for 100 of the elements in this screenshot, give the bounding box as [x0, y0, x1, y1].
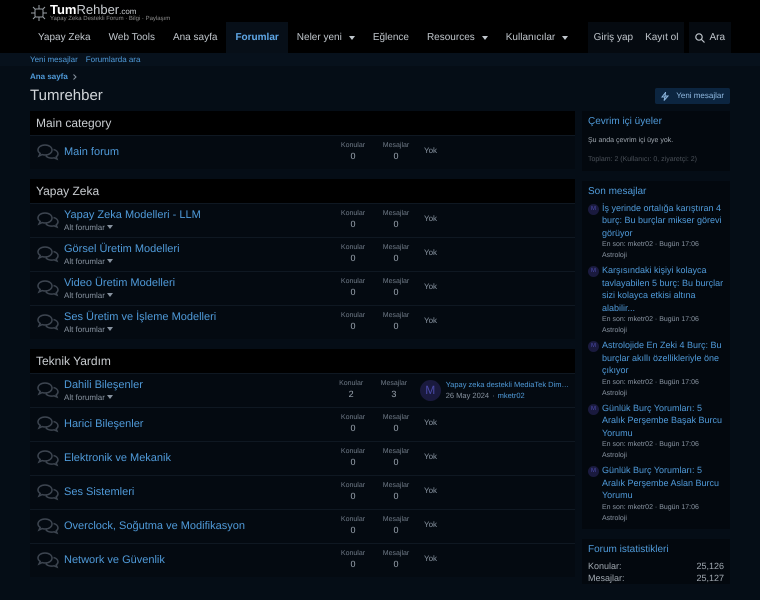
- chat-bubbles-icon: [36, 415, 60, 433]
- nav-tab[interactable]: Eğlence: [364, 22, 418, 53]
- stat-value: 25,126: [696, 560, 724, 572]
- chat-bubbles-icon: [36, 517, 60, 535]
- panel-title: Forum istatistikleri: [588, 542, 670, 556]
- post-title-link[interactable]: Karşısındaki kişiyi kolayca tavlayabilen 5 burç: Bu burçlar sizi kolayca etkisi altına alabilir...: [602, 264, 724, 314]
- search-icon: [695, 32, 706, 42]
- stat-value: 0: [393, 422, 398, 435]
- stat-value: 25,127: [696, 572, 724, 584]
- forum-link[interactable]: Ses Üretim ve İşleme Modelleri: [64, 310, 216, 324]
- stat-label: Konular:: [588, 560, 622, 572]
- chat-bubbles-icon: [36, 211, 60, 229]
- panel-title: Son mesajlar: [588, 184, 648, 198]
- stat-value: 0: [393, 286, 398, 299]
- nav-tab[interactable]: Forumlar: [226, 22, 288, 53]
- circuit-logo-icon: [30, 4, 48, 22]
- avatar: M: [420, 380, 441, 400]
- forum-link[interactable]: Main forum: [64, 145, 120, 159]
- no-posts-text: Yok: [424, 451, 438, 463]
- stat-value: 0: [350, 218, 356, 231]
- breadcrumb-link[interactable]: Ana sayfa: [30, 71, 68, 83]
- chat-bubbles-icon: [36, 279, 60, 297]
- subforums-dropdown[interactable]: Alt forumlar: [64, 324, 113, 334]
- forum-link[interactable]: Network ve Güvenlik: [64, 553, 165, 567]
- post-title-link[interactable]: Günlük Burç Yorumları: 5 Aralık Perşembe Başak Burcu Yorumu: [602, 402, 724, 439]
- forum-link[interactable]: Overclock, Soğutma ve Modifikasyon: [64, 519, 245, 533]
- no-posts-text: Yok: [424, 247, 438, 259]
- chat-bubbles-icon: [36, 245, 60, 263]
- chat-bubbles-icon: [36, 381, 60, 399]
- caret-icon: [348, 36, 355, 40]
- post-title-link[interactable]: Günlük Burç Yorumları: 5 Aralık Perşembe Aslan Burcu Yorumu: [602, 464, 724, 502]
- stat-value: 0: [350, 490, 356, 503]
- panel-title: Çevrim içi üyeler: [588, 114, 663, 128]
- subforums-dropdown[interactable]: Alt forumlar: [64, 392, 113, 402]
- subnav-link[interactable]: Forumlarda ara: [86, 54, 140, 66]
- stat-value: 2: [348, 388, 354, 401]
- subnav-link[interactable]: Yeni mesajlar: [30, 54, 78, 66]
- category-header: Main category: [30, 110, 575, 134]
- new-posts-button[interactable]: Yeni mesajlar: [655, 88, 730, 104]
- chat-bubbles-icon: [36, 483, 60, 501]
- chat-bubbles-icon: [36, 143, 60, 161]
- stat-value: 0: [350, 286, 356, 299]
- caret-icon: [106, 395, 113, 399]
- subforums-dropdown[interactable]: Alt forumlar: [64, 222, 113, 232]
- stat-value: 0: [393, 524, 398, 537]
- forum-link[interactable]: Ses Sistemleri: [64, 485, 134, 499]
- no-posts-text: Yok: [424, 145, 438, 157]
- subforums-dropdown[interactable]: Alt forumlar: [64, 290, 113, 300]
- forum-link[interactable]: Görsel Üretim Modelleri: [64, 242, 180, 256]
- account-link[interactable]: Kayıt ol: [639, 22, 684, 53]
- no-posts-text: Yok: [424, 213, 438, 225]
- stat-value: 0: [350, 150, 356, 163]
- search-button[interactable]: Ara: [689, 22, 731, 53]
- nav-tab[interactable]: Web Tools: [100, 22, 164, 53]
- forum-link[interactable]: Dahili Bileşenler: [64, 378, 143, 392]
- forum-link[interactable]: Yapay Zeka Modelleri - LLM: [64, 208, 201, 222]
- stat-value: 0: [393, 558, 398, 571]
- chat-bubbles-icon: [36, 551, 60, 569]
- post-title-link[interactable]: İş yerinde ortalığa karıştıran 4 burç: Bu burçlar mikser görevi görüyor: [602, 202, 724, 239]
- stat-value: 0: [350, 252, 356, 265]
- chat-bubbles-icon: [36, 313, 60, 331]
- stat-label: Mesajlar:: [588, 572, 625, 584]
- chat-bubbles-icon: [36, 449, 60, 467]
- caret-icon: [482, 36, 488, 40]
- caret-icon: [106, 327, 113, 331]
- stat-value: 0: [350, 524, 356, 537]
- stat-value: 0: [393, 456, 398, 469]
- logo-text: Tum: [50, 2, 76, 16]
- caret-icon: [106, 259, 113, 263]
- chevron-right-icon: [72, 74, 77, 80]
- stat-value: 0: [393, 490, 398, 503]
- nav-tab[interactable]: Kullanıcılar: [496, 22, 578, 53]
- caret-icon: [106, 293, 113, 297]
- post-title-link[interactable]: Astrolojide En Zeki 4 Burç: Bu burçlar akıllı özellikleriyle öne çıkıyor: [602, 339, 724, 376]
- nav-tab[interactable]: Ana sayfa: [164, 22, 226, 53]
- no-posts-text: Yok: [424, 281, 438, 293]
- no-posts-text: Yok: [424, 553, 438, 565]
- stat-value: 3: [391, 388, 396, 401]
- stat-value: 0: [350, 456, 356, 469]
- stat-value: 0: [350, 320, 356, 333]
- logo-text: .com: [119, 8, 136, 16]
- nav-tab[interactable]: Yapay Zeka: [29, 22, 100, 53]
- nav-tab[interactable]: Neler yeni: [288, 22, 364, 53]
- category-header: Yapay Zeka: [30, 178, 575, 202]
- logo-text: Rehber: [76, 2, 120, 16]
- no-posts-text: Yok: [424, 315, 438, 327]
- stat-value: 0: [393, 252, 398, 265]
- subforums-dropdown[interactable]: Alt forumlar: [64, 256, 113, 266]
- no-posts-text: Yok: [424, 417, 438, 429]
- stat-value: 0: [393, 218, 398, 231]
- forum-link[interactable]: Elektronik ve Mekanik: [64, 451, 171, 465]
- account-link[interactable]: Giriş yap: [588, 22, 640, 53]
- forum-link[interactable]: Harici Bileşenler: [64, 417, 144, 431]
- caret-icon: [106, 225, 113, 229]
- no-posts-text: Yok: [424, 519, 438, 531]
- stat-value: 0: [393, 320, 398, 333]
- forum-link[interactable]: Video Üretim Modelleri: [64, 276, 176, 290]
- stat-value: 0: [350, 558, 356, 571]
- nav-tab[interactable]: Resources: [418, 22, 497, 53]
- stat-value: 0: [350, 422, 356, 435]
